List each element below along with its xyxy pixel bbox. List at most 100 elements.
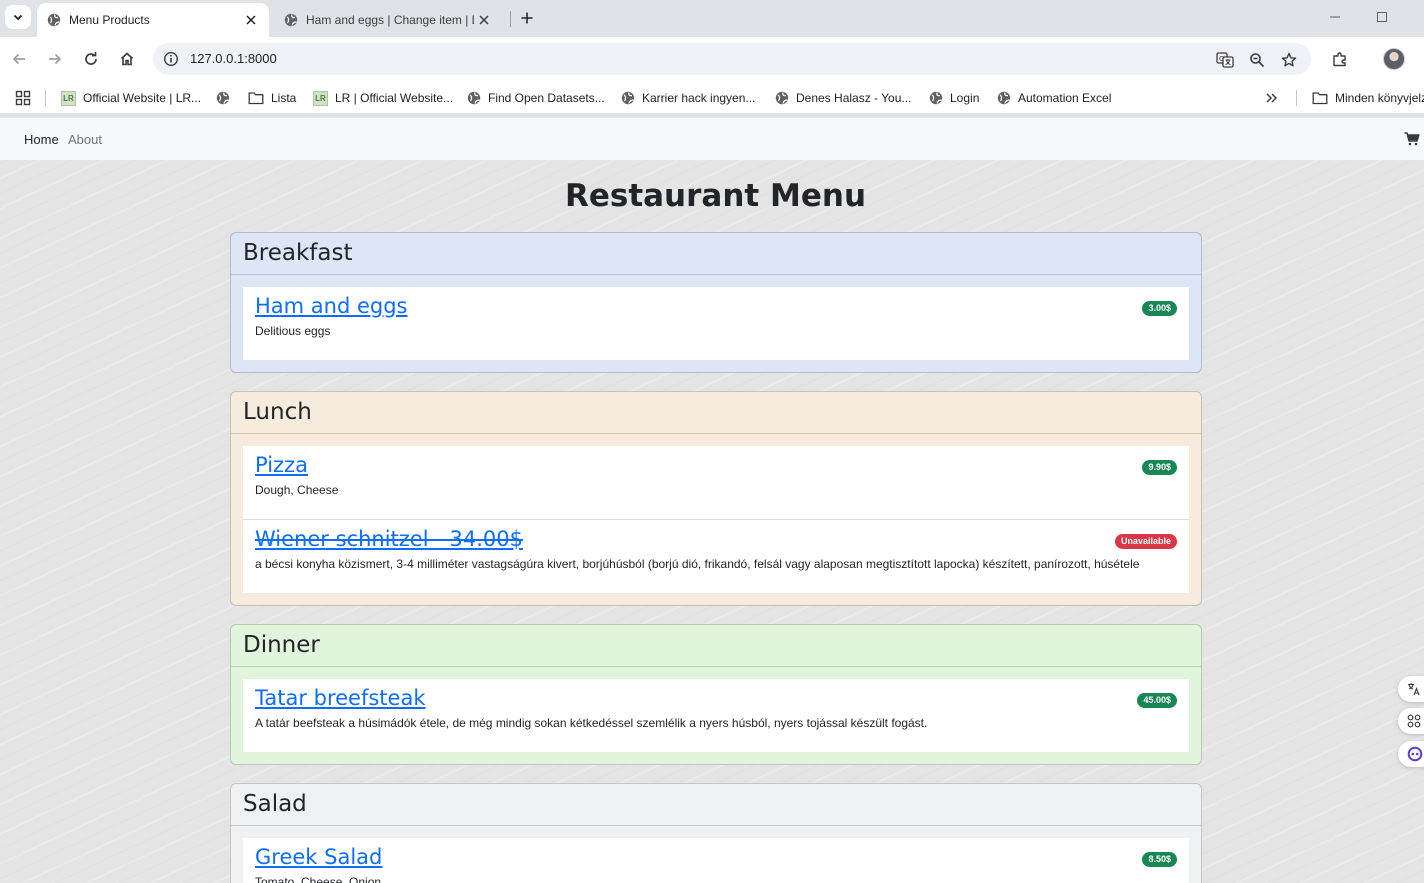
puzzle-icon (1333, 52, 1346, 67)
bookmark-label: Denes Halasz - You... (796, 91, 912, 105)
globe-icon (216, 91, 230, 105)
plus-icon (521, 12, 533, 24)
menu-item-description: Tomato, Cheese, Onion (255, 875, 382, 883)
arrow-right-icon (49, 53, 62, 65)
category-header: Dinner (231, 625, 1201, 667)
chevron-down-icon (13, 14, 23, 21)
bookmark-label: Find Open Datasets... (488, 91, 605, 105)
bookmark-folder[interactable]: Lista (248, 89, 296, 107)
url-text[interactable]: 127.0.0.1:8000 (190, 51, 277, 66)
reload-button[interactable] (79, 47, 103, 71)
menu-item-link[interactable]: Pizza (255, 453, 308, 477)
menu-item-link[interactable]: Greek Salad (255, 845, 382, 869)
bookmark-item[interactable]: LR LR | Official Website... (313, 89, 453, 107)
unavailable-badge: Unavailable (1114, 534, 1177, 549)
category-card-lunch: Lunch Pizza 9.90$ Dough, Cheese Wiener s… (230, 391, 1202, 606)
bookmark-item[interactable]: Denes Halasz - You... (775, 89, 911, 107)
lr-icon: LR (313, 90, 328, 106)
bookmark-item[interactable]: Login (929, 89, 979, 107)
home-icon (120, 52, 134, 66)
bookmark-item[interactable]: Find Open Datasets... (467, 89, 605, 107)
tab-divider (510, 11, 511, 27)
translate-icon (1408, 683, 1420, 696)
close-tab-icon[interactable] (241, 10, 261, 30)
back-button[interactable] (7, 47, 31, 71)
bookmark-star-icon[interactable] (1279, 50, 1299, 70)
bookmark-label: Official Website | LR... (83, 91, 202, 105)
apps-button[interactable] (15, 89, 31, 107)
category-card-breakfast: Breakfast Ham and eggs 3.00$ Delitious e… (230, 232, 1202, 373)
home-button[interactable] (115, 47, 139, 71)
nav-home-link[interactable]: Home (24, 132, 59, 147)
side-assistant-button[interactable] (1398, 741, 1424, 767)
chevron-double-right-icon (1266, 93, 1278, 103)
menu-item-link[interactable]: Tatar breefsteak (255, 686, 426, 710)
globe-icon (775, 91, 789, 105)
translate-icon[interactable]: G (1215, 50, 1235, 70)
bookmark-item[interactable] (216, 89, 237, 107)
menu-item-link[interactable]: Ham and eggs (255, 294, 408, 318)
page-content: Home About Restaurant Menu Breakfast Ham… (0, 118, 1424, 883)
nav-about-link[interactable]: About (68, 132, 102, 147)
menu-item: Greek Salad 8.50$ Tomato, Cheese, Onion (243, 838, 1189, 883)
grid-icon (1407, 714, 1421, 728)
tab-search-button[interactable] (5, 5, 31, 29)
all-bookmarks-folder[interactable]: Minden könyvjelző (1312, 89, 1424, 107)
address-bar[interactable]: 127.0.0.1:8000 G (153, 43, 1311, 75)
maximize-button[interactable] (1368, 6, 1396, 28)
side-apps-button[interactable] (1398, 708, 1424, 734)
category-header: Salad (231, 784, 1201, 826)
bookmark-label: Lista (271, 91, 297, 105)
tab-menu-products[interactable]: Menu Products (37, 3, 269, 37)
side-translate-button[interactable] (1398, 676, 1424, 702)
more-bookmarks-button[interactable] (1265, 89, 1279, 107)
bookmark-label: Karrier hack ingyen... (642, 91, 756, 105)
bookmark-item[interactable]: Automation Excel (997, 89, 1111, 107)
tab-title: Ham and eggs | Change item | Django site… (306, 13, 474, 27)
minimize-button[interactable] (1321, 6, 1349, 28)
arrow-left-icon (12, 53, 25, 65)
category-body: Ham and eggs 3.00$ Delitious eggs (231, 275, 1201, 372)
folder-icon (1312, 92, 1328, 105)
tab-title: Menu Products (69, 13, 150, 27)
globe-icon (467, 91, 481, 105)
lr-icon: LR (61, 90, 76, 106)
maximize-icon (1377, 12, 1387, 22)
menu-item-unavailable: Wiener schnitzel - 34.00$ Unavailable a … (243, 519, 1189, 593)
menu-item-link[interactable]: Wiener schnitzel - 34.00$ (255, 527, 523, 551)
reload-icon (85, 52, 97, 65)
category-card-dinner: Dinner Tatar breefsteak 45.00$ A tatár b… (230, 624, 1202, 765)
menu-item: Tatar breefsteak 45.00$ A tatár beefstea… (243, 679, 1189, 752)
new-tab-button[interactable] (516, 7, 538, 29)
category-body: Tatar breefsteak 45.00$ A tatár beefstea… (231, 667, 1201, 764)
bookmark-item[interactable]: Karrier hack ingyen... (621, 89, 755, 107)
folder-icon (248, 92, 264, 105)
category-body: Pizza 9.90$ Dough, Cheese Wiener schnitz… (231, 434, 1201, 605)
info-icon[interactable] (163, 51, 179, 67)
browser-toolbar: 127.0.0.1:8000 G (0, 37, 1424, 81)
menu-item-description: A tatár beefsteak a húsimádók étele, de … (255, 716, 928, 730)
profile-avatar[interactable] (1383, 48, 1405, 70)
forward-button[interactable] (43, 47, 67, 71)
price-badge: 9.90$ (1142, 460, 1177, 475)
price-badge: 3.00$ (1142, 301, 1177, 316)
menu-item-description: Dough, Cheese (255, 483, 339, 497)
bookmark-item[interactable]: LR Official Website | LR... (61, 89, 201, 107)
bookmark-label: Automation Excel (1018, 91, 1112, 105)
category-body: Greek Salad 8.50$ Tomato, Cheese, Onion (231, 826, 1201, 883)
menu-item: Pizza 9.90$ Dough, Cheese (243, 446, 1189, 519)
cart-icon[interactable] (1404, 132, 1420, 151)
globe-icon (997, 91, 1011, 105)
extensions-button[interactable] (1328, 47, 1352, 71)
tab-change-item[interactable]: Ham and eggs | Change item | Django site… (274, 3, 510, 37)
minimize-icon (1330, 16, 1340, 18)
tab-strip: Menu Products Ham and eggs | Change item… (0, 0, 1424, 37)
close-tab-icon[interactable] (474, 10, 494, 30)
bookmark-label: Minden könyvjelző (1335, 91, 1424, 105)
globe-icon (284, 13, 298, 27)
globe-icon (621, 91, 635, 105)
bookmarks-bar: LR Official Website | LR... Lista LR LR … (0, 81, 1424, 114)
price-badge: 8.50$ (1142, 852, 1177, 867)
zoom-icon[interactable] (1247, 50, 1267, 70)
menu-item-description: Delitious eggs (255, 324, 331, 338)
